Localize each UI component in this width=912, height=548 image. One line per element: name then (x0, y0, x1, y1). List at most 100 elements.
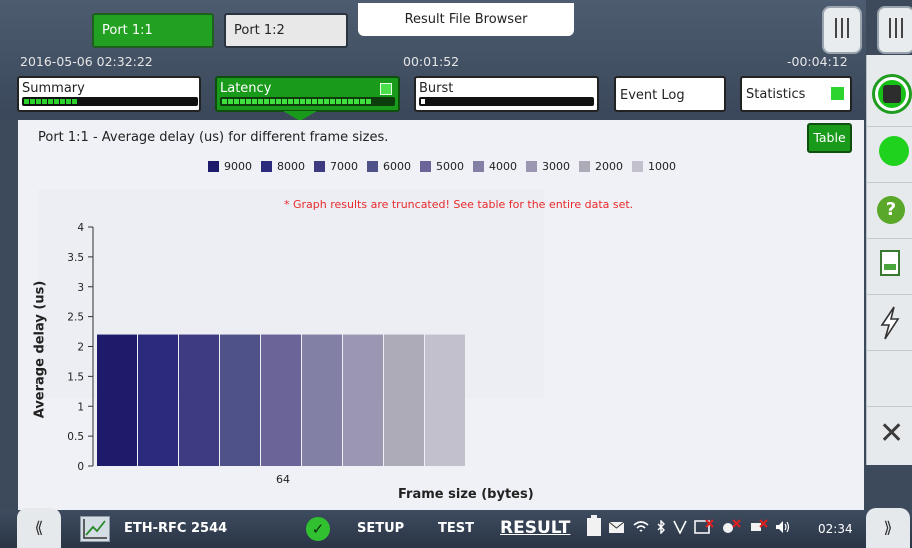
graph-icon (83, 519, 107, 539)
legend-item: 8000 (261, 160, 305, 173)
latency-status-indicator (380, 83, 392, 95)
legend-swatch (420, 161, 431, 172)
bar-1000 (425, 334, 465, 466)
legend-swatch (261, 161, 272, 172)
y-tick-label: 3 (77, 282, 84, 294)
lan-disconnected-icon (751, 519, 768, 531)
status-led-button[interactable] (867, 127, 912, 183)
battery-icon (587, 515, 601, 536)
result-file-browser-button[interactable]: Result File Browser (358, 3, 574, 36)
nav-setup[interactable]: SETUP (357, 521, 404, 536)
collapse-left-button[interactable]: ⟪ (17, 508, 61, 548)
report-button[interactable] (867, 239, 912, 295)
legend-swatch (208, 161, 219, 172)
collapse-right-button[interactable]: ⟫ (866, 508, 910, 548)
tab-summary-label: Summary (22, 81, 85, 96)
legend-label: 7000 (330, 160, 358, 173)
date-time: 2016-05-06 02:32:22 (20, 54, 153, 69)
y-tick-label: 3.5 (67, 252, 84, 264)
legend-item: 9000 (208, 160, 252, 173)
clock: 02:34 (818, 522, 853, 536)
top-bar: Port 1:1 Port 1:2 Result File Browser 20… (0, 0, 912, 121)
port-tab-1-1[interactable]: Port 1:1 (92, 13, 214, 48)
bluetooth-icon (657, 520, 665, 534)
menu-tab-right[interactable] (877, 6, 912, 54)
x-tick-label: 64 (276, 473, 290, 486)
bar-6000 (220, 334, 260, 466)
legend-label: 3000 (542, 160, 570, 173)
table-view-button[interactable]: Table (807, 123, 852, 153)
status-check-icon: ✓ (306, 517, 330, 541)
legend-item: 4000 (473, 160, 517, 173)
legend-swatch (367, 161, 378, 172)
legend-label: 2000 (595, 160, 623, 173)
system-tray (587, 515, 791, 536)
tab-summary[interactable]: Summary (17, 76, 201, 112)
legend-item: 1000 (632, 160, 676, 173)
legend-label: 5000 (436, 160, 464, 173)
y-tick-label: 1 (77, 401, 84, 413)
stop-test-button[interactable] (867, 67, 912, 127)
stop-icon (883, 85, 901, 103)
report-icon (880, 250, 900, 276)
nav-result[interactable]: RESULT (500, 518, 570, 538)
statistics-status-indicator (831, 87, 844, 100)
double-chevron-left-icon: ⟪ (34, 518, 44, 537)
tab-statistics[interactable]: Statistics (740, 76, 852, 112)
legend-swatch (314, 161, 325, 172)
bar-3000 (343, 334, 383, 466)
latency-result-panel: Port 1:1 - Average delay (us) for differ… (18, 120, 864, 510)
bar-group (97, 334, 465, 466)
legend-label: 4000 (489, 160, 517, 173)
legend-swatch (579, 161, 590, 172)
remote-disconnected-icon (694, 519, 714, 534)
tab-event-log[interactable]: Event Log (614, 76, 726, 112)
nav-test[interactable]: TEST (438, 521, 474, 536)
mail-icon (608, 521, 625, 533)
speaker-icon (776, 521, 790, 533)
y-axis-label: Average delay (us) (32, 280, 48, 419)
y-tick-label: 4 (77, 222, 84, 234)
app-icon[interactable] (80, 516, 110, 542)
legend-item: 5000 (420, 160, 464, 173)
legend-swatch (473, 161, 484, 172)
v-icon (673, 520, 687, 534)
menu-icon (889, 18, 903, 38)
status-led-icon (879, 136, 909, 166)
y-tick-label: 1.5 (67, 371, 84, 383)
lightning-icon (880, 306, 900, 340)
port-tab-1-2[interactable]: Port 1:2 (224, 13, 348, 48)
bar-4000 (302, 334, 342, 466)
bar-2000 (384, 334, 424, 466)
latency-progress (220, 97, 395, 106)
help-icon: ? (877, 196, 905, 224)
sidebar-empty-slot (867, 351, 912, 407)
legend-item: 6000 (367, 160, 411, 173)
legend-label: 6000 (383, 160, 411, 173)
inject-error-button[interactable] (867, 295, 912, 351)
double-chevron-right-icon: ⟫ (883, 518, 893, 537)
menu-icon (835, 18, 849, 38)
remaining-time: -00:04:12 (787, 54, 848, 69)
legend-item: 7000 (314, 160, 358, 173)
elapsed-time: 00:01:52 (403, 54, 460, 69)
legend-item: 2000 (579, 160, 623, 173)
chart-title: Port 1:1 - Average delay (us) for differ… (38, 130, 389, 145)
bottom-bar: ⟪ ETH-RFC 2544 ✓ SETUP TEST RESULT 02:34… (0, 508, 912, 548)
tab-burst-label: Burst (419, 81, 454, 96)
menu-tab-left[interactable] (822, 6, 862, 54)
chart-legend: 9000 8000 7000 6000 5000 4000 3000 2000 1000 (208, 160, 676, 173)
tab-statistics-label: Statistics (746, 87, 806, 102)
legend-swatch (526, 161, 537, 172)
help-button[interactable]: ? (867, 183, 912, 239)
legend-label: 8000 (277, 160, 305, 173)
close-button[interactable]: ✕ (867, 407, 912, 463)
y-tick-label: 2 (77, 342, 84, 354)
y-tick-label: 2.5 (67, 312, 84, 324)
bar-8000 (138, 334, 178, 466)
burst-progress (419, 97, 594, 106)
right-sidebar: ? ✕ (866, 55, 912, 465)
tab-burst[interactable]: Burst (414, 76, 599, 112)
tab-latency[interactable]: Latency (215, 76, 400, 112)
app-name: ETH-RFC 2544 (124, 521, 228, 536)
